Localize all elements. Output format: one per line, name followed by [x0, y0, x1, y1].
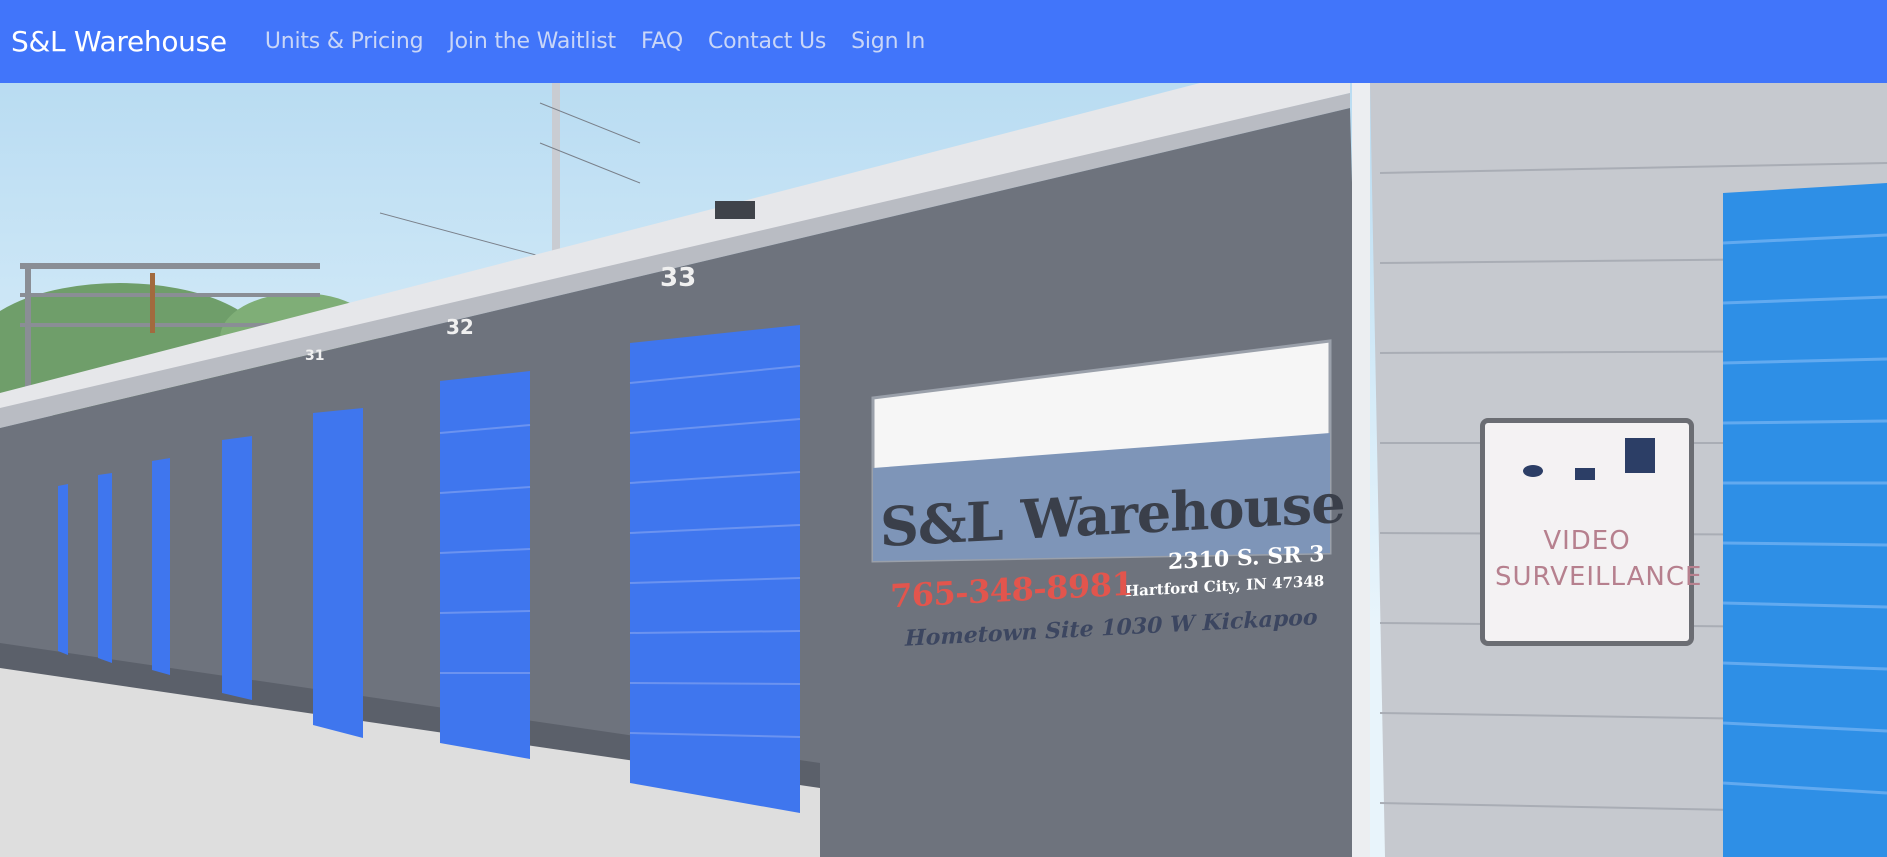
nav-join-waitlist[interactable]: Join the Waitlist [448, 29, 616, 54]
hero-image: 33 32 31 S&L Warehouse 2310 S. SR 3 Hart… [0, 83, 1887, 857]
top-navbar: S&L Warehouse Units & Pricing Join the W… [0, 0, 1887, 83]
brand-logo-link[interactable]: S&L Warehouse [11, 25, 227, 58]
unit-number-31: 31 [305, 348, 325, 364]
unit-number-33: 33 [660, 263, 697, 293]
camera-icon [1523, 438, 1655, 480]
nav-faq[interactable]: FAQ [641, 29, 683, 54]
video-surveillance-text: VIDEO SURVEILLANCE [1495, 526, 1703, 592]
nav-units-pricing[interactable]: Units & Pricing [265, 29, 424, 54]
unit-number-32: 32 [446, 315, 474, 339]
nav-contact-us[interactable]: Contact Us [708, 29, 826, 54]
nav-sign-in[interactable]: Sign In [851, 29, 925, 54]
